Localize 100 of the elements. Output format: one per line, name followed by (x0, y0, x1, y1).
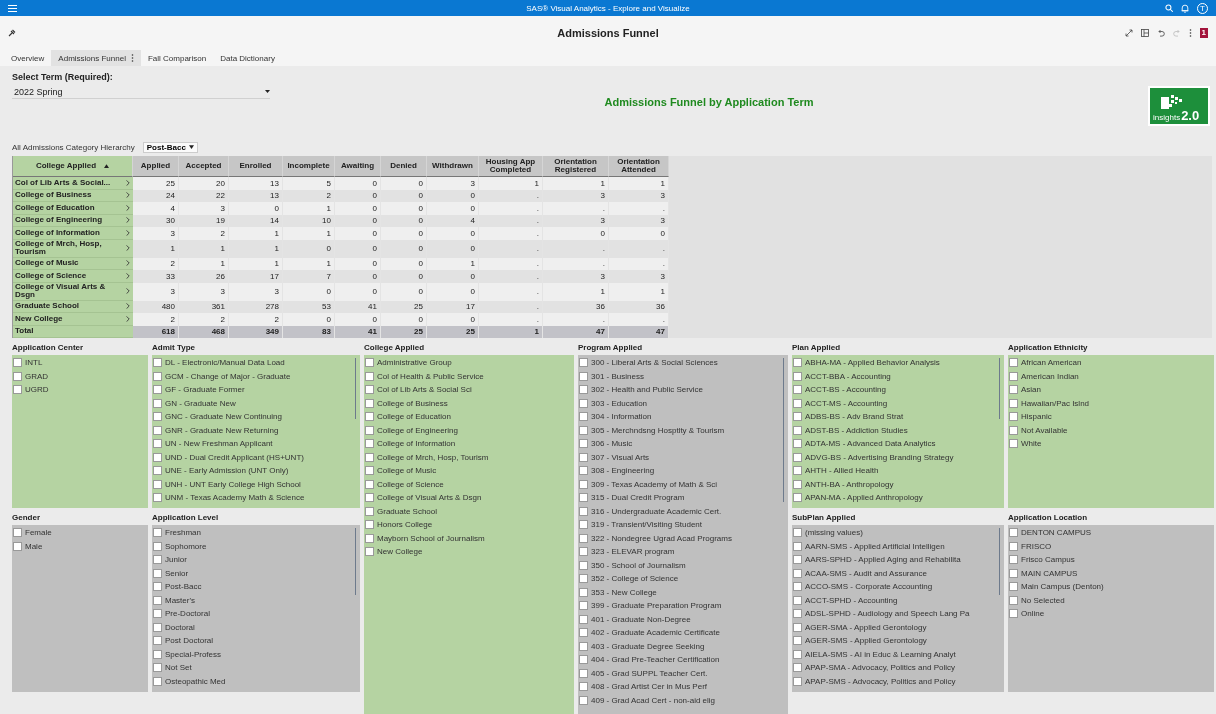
option-label[interactable]: 316 - Undergraduate Academic Cert. (591, 506, 722, 516)
option-label[interactable]: UGRD (25, 385, 49, 395)
report-tab[interactable]: Admissions Funnel (51, 50, 141, 66)
option-label[interactable]: College of Engineering (377, 425, 458, 435)
option-label[interactable]: 322 - Nondegree Ugrad Acad Programs (591, 533, 732, 543)
option-label[interactable]: ADBS-BS - Adv Brand Strat (805, 412, 904, 422)
checkbox[interactable] (153, 425, 162, 435)
option-label[interactable]: UNE - Early Admission (UNT Only) (165, 466, 289, 476)
option-label[interactable]: ADSL-SPHD - Audiology and Speech Lang Pa (805, 609, 970, 619)
option-label[interactable]: GNC - Graduate New Continuing (165, 412, 282, 422)
redo-icon[interactable] (1172, 29, 1181, 37)
checkbox[interactable] (579, 385, 588, 395)
option-label[interactable]: Frisco Campus (1021, 555, 1075, 565)
option-label[interactable]: GRAD (25, 371, 49, 381)
checkbox[interactable] (793, 555, 802, 565)
option-label[interactable]: GCM - Change of Major - Graduate (165, 371, 291, 381)
expand-icon[interactable] (1124, 29, 1133, 37)
option-label[interactable]: Hispanic (1021, 412, 1052, 422)
option-label[interactable]: ABHA-MA - Applied Behavior Analysis (805, 358, 940, 368)
option-label[interactable]: ADVG-BS - Advertising Branding Strategy (805, 452, 954, 462)
option-label[interactable]: Male (25, 541, 43, 551)
option-label[interactable]: Graduate School (377, 506, 438, 516)
checkbox[interactable] (153, 452, 162, 462)
checkbox[interactable] (1009, 412, 1018, 422)
checkbox[interactable] (793, 676, 802, 686)
option-label[interactable]: 353 - New College (591, 587, 657, 597)
option-label[interactable]: 404 - Grad Pre-Teacher Certification (591, 655, 720, 665)
checkbox[interactable] (793, 425, 802, 435)
checkbox[interactable] (579, 520, 588, 530)
option-label[interactable]: 307 - Visual Arts (591, 452, 650, 462)
option-label[interactable]: 323 - ELEVAR program (591, 547, 675, 557)
column-header[interactable]: College Applied (13, 156, 133, 177)
checkbox[interactable] (153, 439, 162, 449)
checkbox[interactable] (365, 506, 374, 516)
checkbox[interactable] (579, 452, 588, 462)
option-label[interactable]: Doctoral (165, 622, 195, 632)
checkbox[interactable] (793, 649, 802, 659)
option-label[interactable]: College of Science (377, 479, 444, 489)
checkbox[interactable] (153, 595, 162, 605)
checkbox[interactable] (153, 582, 162, 592)
checkbox[interactable] (579, 493, 588, 503)
option-label[interactable]: ADTA-MS - Advanced Data Analytics (805, 439, 936, 449)
option-label[interactable]: African American (1021, 358, 1082, 368)
option-label[interactable]: APAN-MA - Applied Anthropology (805, 493, 923, 503)
checkbox[interactable] (365, 547, 374, 557)
checkbox[interactable] (793, 622, 802, 632)
row-header[interactable]: Col of Lib Arts & Social... (13, 177, 133, 190)
checkbox[interactable] (579, 547, 588, 557)
checkbox[interactable] (365, 533, 374, 543)
checkbox[interactable] (153, 479, 162, 489)
option-label[interactable]: 408 - Grad Artist Cer in Mus Perf (591, 682, 708, 692)
option-label[interactable]: Hawaiian/Pac Islnd (1021, 398, 1090, 408)
checkbox[interactable] (579, 439, 588, 449)
checkbox[interactable] (793, 493, 802, 503)
option-label[interactable]: GN - Graduate New (165, 398, 236, 408)
option-label[interactable]: UND - Dual Credit Applicant (HS+UNT) (165, 452, 304, 462)
checkbox[interactable] (153, 649, 162, 659)
option-label[interactable]: 300 - Liberal Arts & Social Sciences (591, 358, 718, 368)
pin-icon[interactable] (8, 29, 16, 37)
checkbox[interactable] (1009, 398, 1018, 408)
scrollbar[interactable] (782, 358, 784, 502)
option-label[interactable]: 309 - Texas Academy of Math & Sci (591, 479, 718, 489)
row-header[interactable]: College of Information (13, 227, 133, 240)
checkbox[interactable] (793, 385, 802, 395)
checkbox[interactable] (793, 568, 802, 578)
option-label[interactable]: Post-Bacc (165, 582, 202, 592)
menu-icon[interactable] (8, 4, 17, 12)
checkbox[interactable] (1009, 385, 1018, 395)
column-header[interactable]: Accepted (179, 156, 229, 177)
checkbox[interactable] (153, 412, 162, 422)
option-label[interactable]: Special-Profess (165, 649, 222, 659)
option-label[interactable]: College of Education (377, 412, 451, 422)
column-header[interactable]: Incomplete (283, 156, 335, 177)
checkbox[interactable] (793, 479, 802, 489)
option-label[interactable]: 301 - Business (591, 371, 644, 381)
option-label[interactable]: Sophomore (165, 541, 207, 551)
option-label[interactable]: Honors College (377, 520, 433, 530)
column-header[interactable]: Awaiting (335, 156, 381, 177)
checkbox[interactable] (793, 412, 802, 422)
hierarchy-dropdown[interactable]: Post-Bacc (142, 141, 198, 153)
checkbox[interactable] (13, 385, 22, 395)
checkbox[interactable] (579, 574, 588, 584)
option-label[interactable]: College of Music (377, 466, 437, 476)
checkbox[interactable] (153, 371, 162, 381)
option-label[interactable]: 402 - Graduate Academic Certificate (591, 628, 720, 638)
checkbox[interactable] (793, 398, 802, 408)
column-header[interactable]: Denied (381, 156, 427, 177)
checkbox[interactable] (365, 412, 374, 422)
option-label[interactable]: Master's (165, 595, 195, 605)
checkbox[interactable] (153, 493, 162, 503)
option-label[interactable]: Online (1021, 609, 1045, 619)
option-label[interactable]: 401 - Graduate Non-Degree (591, 614, 691, 624)
option-label[interactable]: ACCO-SMS - Corporate Accounting (805, 582, 933, 592)
scrollbar[interactable] (998, 528, 1000, 595)
checkbox[interactable] (1009, 568, 1018, 578)
checkbox[interactable] (13, 358, 22, 368)
option-label[interactable]: Not Available (1021, 425, 1068, 435)
option-label[interactable]: GF - Graduate Former (165, 385, 245, 395)
option-label[interactable]: American Indian (1021, 371, 1079, 381)
checkbox[interactable] (1009, 528, 1018, 538)
